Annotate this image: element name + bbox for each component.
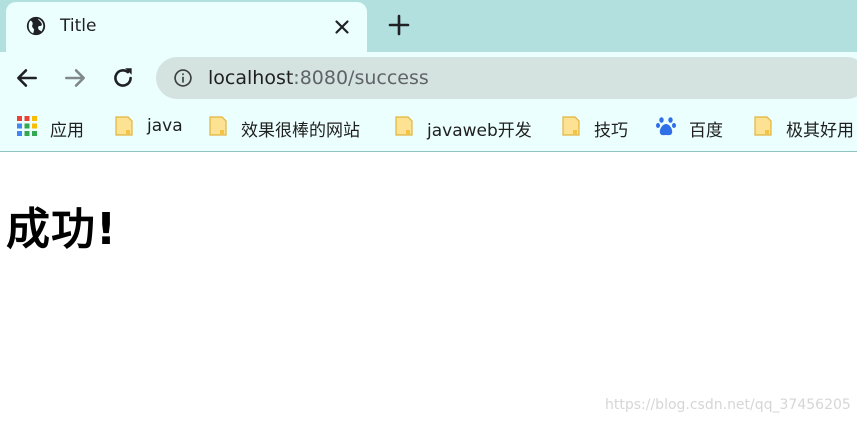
new-tab-plus-icon[interactable] [387,13,411,37]
folder-icon [115,116,133,136]
reload-icon[interactable] [110,65,136,91]
bookmark-apps[interactable]: 应用 [16,115,92,141]
tab-strip: Title [0,0,857,52]
bookmark-label: 应用 [50,121,84,141]
info-icon[interactable] [173,68,193,88]
apps-grid-icon [17,116,37,136]
toolbar: localhost:8080/success [0,52,857,104]
bookmark-java[interactable]: java [113,115,185,139]
bookmark-label: javaweb开发 [427,121,532,141]
tab-title: Title [60,16,97,36]
bookmark-effects-sites[interactable]: 效果很棒的网站 [207,115,373,141]
forward-arrow-icon[interactable] [62,65,88,91]
bookmark-baidu[interactable]: 百度 [655,115,731,141]
folder-icon [562,116,580,136]
close-icon[interactable] [331,16,353,38]
page-heading: 成功! [6,204,118,255]
bookmark-tips[interactable]: 技巧 [560,115,636,141]
bookmark-label: 百度 [689,121,723,141]
bookmark-label: 极其好用 [786,121,854,141]
globe-icon [26,16,46,36]
watermark-text: https://blog.csdn.net/qq_37456205 [605,397,851,413]
url-port-path: :8080/success [293,67,429,89]
bookmark-label: java [147,116,183,136]
folder-icon [754,116,772,136]
bookmark-very-useful[interactable]: 极其好用 [752,115,857,141]
folder-icon [209,116,227,136]
bookmark-label: 效果很棒的网站 [241,121,360,141]
bookmarks-bar: 应用 java 效果很棒的网站 javaweb开发 技巧 百度 极其好用 [0,104,857,152]
bookmark-label: 技巧 [594,121,628,141]
url-host: localhost [208,67,294,89]
back-arrow-icon[interactable] [14,65,40,91]
address-bar[interactable]: localhost:8080/success [156,57,857,99]
tab-active[interactable]: Title [6,2,367,52]
url-text[interactable]: localhost:8080/success [208,67,429,89]
folder-icon [395,116,413,136]
bookmark-javaweb[interactable]: javaweb开发 [393,115,539,141]
baidu-paw-icon [656,117,676,136]
